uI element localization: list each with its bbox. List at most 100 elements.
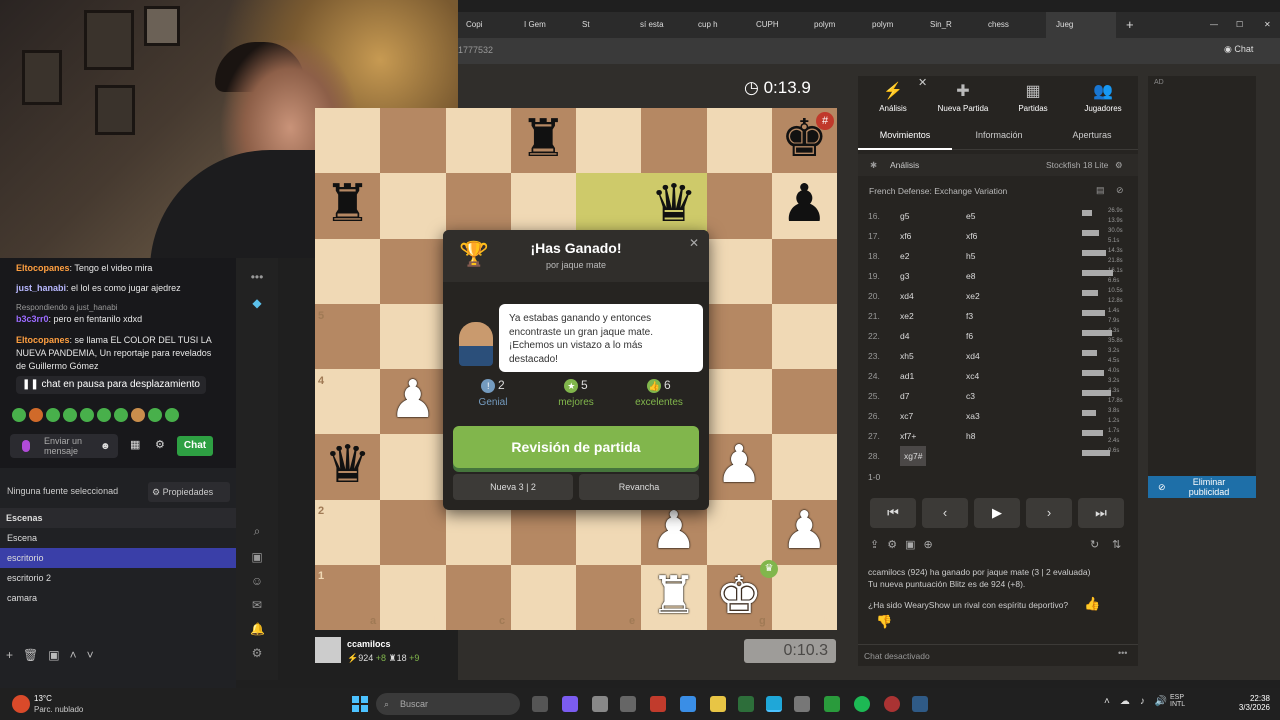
emote-icon[interactable] [165,408,179,422]
tab-games[interactable]: ▦ Partidas [998,80,1068,124]
emote-icon[interactable] [131,408,145,422]
friends-icon[interactable]: ☺ [250,574,264,588]
browser-tab[interactable]: Copi [466,12,520,38]
board-square[interactable] [706,238,772,304]
new-tab-icon[interactable]: + [1126,12,1142,38]
board-square[interactable] [380,499,446,565]
white-move[interactable]: e2 [900,246,909,266]
clock[interactable]: 22:38 3/3/2026 [1230,694,1270,712]
settings-icon[interactable]: ⚙ [155,439,165,452]
settings-icon[interactable] [620,696,636,712]
emote-icon[interactable] [114,408,128,422]
board-square[interactable] [315,369,381,435]
board-square[interactable] [576,173,642,239]
chat-send-button[interactable]: Chat [177,436,213,456]
board-square[interactable] [315,303,381,369]
rematch-button[interactable]: Revancha [579,474,699,500]
steam-icon[interactable] [912,696,928,712]
scene-item[interactable]: Escena [0,528,236,548]
browser-tab-active[interactable]: Jueg [1046,12,1116,38]
address-bar[interactable]: 1777532 ◉ Chat [458,38,1280,64]
emote-icon[interactable] [80,408,94,422]
white-move[interactable]: d4 [900,326,909,346]
black-move[interactable]: xd4 [966,346,980,366]
book-icon[interactable]: ▤ [1096,185,1105,196]
emote-icon[interactable] [12,408,26,422]
scene-toolbar[interactable]: +🗑▣˄˅ [6,648,104,662]
board-square[interactable] [771,434,837,500]
game-review-button[interactable]: Revisión de partida [453,426,699,468]
scene-item[interactable]: camara [0,588,236,608]
chess-piece[interactable]: ♟ [707,434,772,499]
search-icon[interactable]: ⌕ [250,524,264,538]
more-icon[interactable]: ••• [1118,648,1127,658]
tool-icons[interactable]: ⇪⚙▣⊕ [870,538,941,551]
white-move[interactable]: g5 [900,206,909,226]
folder-icon[interactable] [710,696,726,712]
board-square[interactable] [771,369,837,435]
tab-players[interactable]: 👥 Jugadores [1068,80,1138,124]
board-square[interactable] [706,303,772,369]
more-icon[interactable]: ••• [250,270,264,284]
browser-tab[interactable]: polym [872,12,926,38]
board-square[interactable] [706,108,772,174]
chess-piece[interactable]: ♜ [315,173,380,238]
profile-icon[interactable]: ▣ [250,550,264,564]
obs-icon[interactable] [884,696,900,712]
board-square[interactable] [576,108,642,174]
browser-tab[interactable]: chess [988,12,1042,38]
new-game-button[interactable]: Nueva 3 | 2 [453,474,573,500]
board-square[interactable] [315,108,381,174]
browser-tab[interactable]: cup h [698,12,752,38]
emote-icon[interactable] [63,408,77,422]
board-square[interactable] [771,303,837,369]
chess-piece[interactable]: ♟ [772,173,837,238]
board-square[interactable]: ♛ [315,434,381,500]
board-square[interactable]: ♟ [771,173,837,239]
play-button[interactable]: ▶ [974,498,1020,528]
tray-icons[interactable]: ˄☁♪🔊 [1104,696,1177,707]
app-icon[interactable] [680,696,696,712]
white-move[interactable]: xd4 [900,286,914,306]
white-move[interactable]: xg7# [900,446,927,466]
white-move[interactable]: d7 [900,386,909,406]
messages-icon[interactable]: ✉ [250,598,264,612]
weather-icon[interactable] [12,695,30,713]
copilot-icon[interactable]: ◉ Chat [1224,44,1253,55]
remove-ads-button[interactable]: ⊘ Eliminar publicidad [1148,476,1256,498]
board-square[interactable] [771,238,837,304]
emote-icon[interactable] [46,408,60,422]
board-square[interactable]: ♜ [315,173,381,239]
settings-icon[interactable]: ⚙ [1115,154,1123,176]
close-window-icon[interactable]: ✕ [1264,12,1276,38]
notifications-icon[interactable]: 🔔 [250,622,265,636]
board-square[interactable] [380,303,446,369]
store-icon[interactable] [794,696,810,712]
browser-tab[interactable]: sí esta [640,12,694,38]
board-square[interactable]: ♟ [380,369,446,435]
thumbs-up-icon[interactable]: 👍 [1084,596,1100,612]
language-indicator[interactable]: ESP INTL [1170,694,1185,708]
chess-piece[interactable]: ♟ [772,500,837,565]
browser-tab[interactable]: St [582,12,636,38]
emoji-icon[interactable]: ☻ [100,440,111,453]
edge-icon[interactable] [766,696,782,712]
avatar[interactable] [315,637,341,663]
black-move[interactable]: f6 [966,326,973,346]
black-move[interactable]: xa3 [966,406,980,426]
board-square[interactable] [380,238,446,304]
board-square[interactable]: ♟ [771,499,837,565]
store-icon[interactable]: ▦ [130,439,140,452]
black-move[interactable]: xc4 [966,366,979,386]
black-move[interactable]: xf6 [966,226,977,246]
first-move-button[interactable]: ⏮ [870,498,916,528]
white-move[interactable]: xc7 [900,406,913,426]
notes-icon[interactable] [592,696,608,712]
copilot-icon[interactable] [562,696,578,712]
close-icon[interactable]: ✕ [689,236,699,250]
board-square[interactable]: ♜ [510,108,576,174]
properties-button[interactable]: ⚙ Propiedades [148,482,230,502]
tab-openings[interactable]: Aperturas [1046,124,1138,150]
spotify-icon[interactable] [854,696,870,712]
maximize-icon[interactable]: ☐ [1236,12,1248,38]
